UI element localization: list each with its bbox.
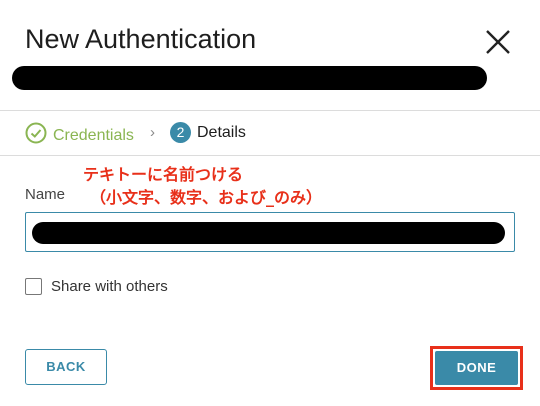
- back-button[interactable]: BACK: [25, 349, 107, 385]
- chevron-right-icon: ›: [150, 124, 155, 141]
- share-with-others-toggle[interactable]: Share with others: [25, 278, 168, 295]
- redacted-subtitle: [12, 66, 487, 90]
- name-input[interactable]: [25, 212, 515, 252]
- dialog-title: New Authentication: [25, 24, 257, 54]
- step-details-label: Details: [197, 123, 246, 141]
- dialog-header: New Authentication: [0, 0, 540, 111]
- annotation-note: テキトーに名前つける （小文字、数字、および_のみ）: [83, 163, 322, 209]
- step-credentials-label: Credentials: [53, 126, 134, 144]
- done-button[interactable]: DONE: [435, 351, 518, 385]
- share-checkbox[interactable]: [25, 278, 42, 295]
- step-credentials[interactable]: Credentials: [25, 122, 134, 149]
- redacted-name-value: [32, 222, 505, 244]
- share-label: Share with others: [51, 278, 168, 295]
- step-details: 2 Details: [170, 122, 246, 143]
- close-icon[interactable]: [482, 26, 514, 58]
- step-number-badge: 2: [170, 122, 191, 143]
- wizard-steps: Credentials › 2 Details: [0, 111, 540, 156]
- annotation-line-2: （小文字、数字、および_のみ）: [90, 188, 323, 207]
- check-circle-icon: [25, 122, 47, 149]
- annotation-line-1: テキトーに名前つける: [83, 165, 244, 184]
- name-label: Name: [25, 186, 66, 203]
